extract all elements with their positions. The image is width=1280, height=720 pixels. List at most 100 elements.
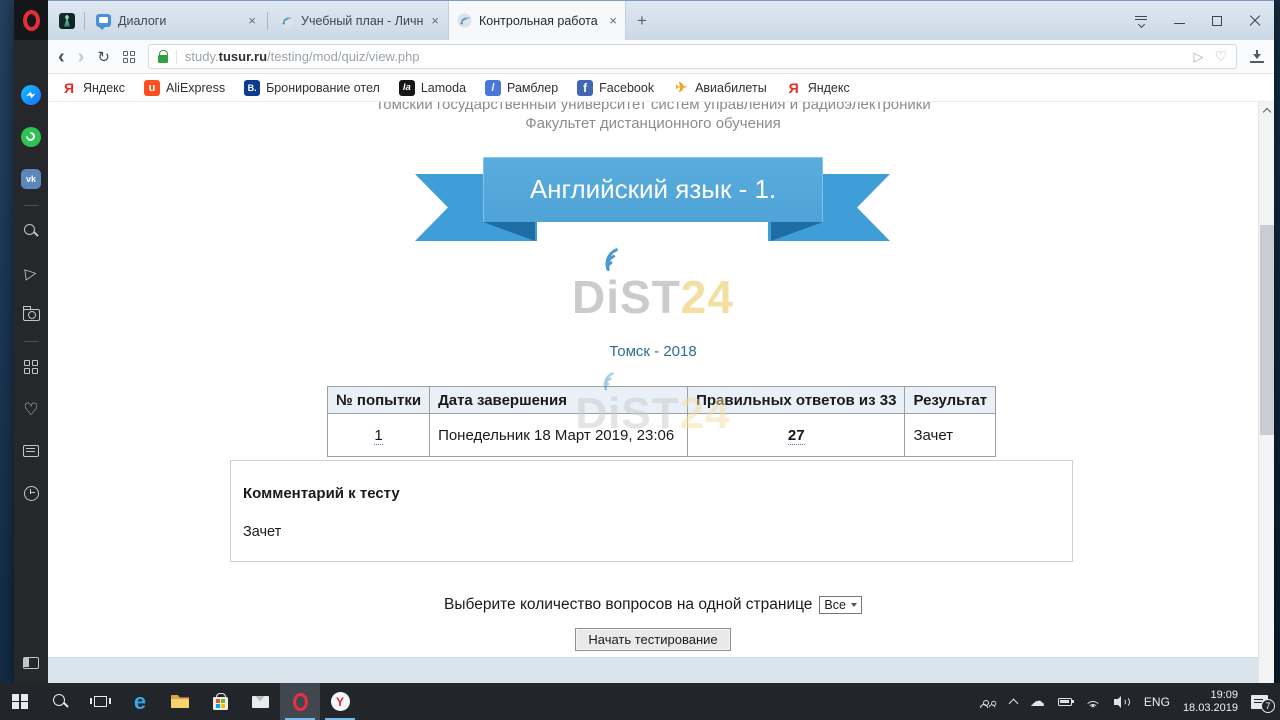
bookmark-aliexpress[interactable]: uAliExpress [144,80,225,96]
sidebar-item-speed-dial[interactable] [14,346,48,388]
address-toolbar: ‹ › ↻ study.tusur.ru/testing/mod/quiz/vi… [48,40,1274,74]
page-content: Томский государственный университет сист… [48,102,1274,657]
sidebar-item-news[interactable] [14,430,48,472]
messenger-icon [21,85,41,105]
tab-menu-icon[interactable] [1135,15,1147,26]
sidebar-divider [24,336,39,346]
minimize-button[interactable] [1174,23,1185,25]
address-divider [176,50,177,64]
volume-icon[interactable] [1114,695,1131,708]
sidebar-item-search[interactable] [14,210,48,252]
battery-icon[interactable] [1058,698,1072,706]
dist24-logo: DiST24 [48,272,1258,323]
logo-text-accent: 24 [681,271,734,323]
taskbar-search-button[interactable] [40,683,80,720]
sidebar-item-bookmarks[interactable]: ♡ [14,388,48,430]
bookmark-lamoda[interactable]: laLamoda [399,80,466,96]
sidebar-item-snapshot[interactable] [14,294,48,336]
close-window-button[interactable] [1249,15,1261,27]
opera-logo-icon [23,10,40,31]
scrollbar[interactable] [1258,102,1274,683]
windows-logo-icon [12,694,28,710]
bookmark-yandex[interactable]: ЯЯндекс [61,80,125,96]
rambler-icon: / [485,80,501,96]
course-banner: Английский язык - 1. [415,157,890,243]
new-tab-button[interactable]: + [637,11,647,31]
tab-close-icon[interactable]: × [609,13,617,28]
wifi-icon[interactable] [1085,696,1101,708]
bookmark-booking[interactable]: B.Бронирование отел [244,80,380,96]
sidebar-item-vk[interactable]: vk [14,158,48,200]
sidebar-item-my-flow[interactable]: ▷ [14,252,48,294]
taskbar-mail[interactable] [240,683,280,720]
finished-cell: Понедельник 18 Март 2019, 23:06 [430,414,688,457]
tab-close-icon[interactable]: × [431,13,439,28]
bookmark-aviabilety[interactable]: ✈Авиабилеты [673,80,767,96]
sidebar-item-whatsapp[interactable] [14,116,48,158]
sidebar-item-messenger[interactable] [14,74,48,116]
start-button[interactable] [0,683,40,720]
bookmarks-bar: ЯЯндекс uAliExpress B.Бронирование отел … [48,74,1274,102]
my-flow-send-icon[interactable]: ▷ [1193,49,1203,65]
windows-taskbar: e Y ☁ ENG 19:0918.03.2019 7 [0,683,1280,720]
people-icon[interactable] [980,696,997,708]
table-header-row: № попытки Дата завершения Правильных отв… [328,387,996,414]
speed-dial-icon [24,360,38,374]
taskbar-edge[interactable]: e [120,683,160,720]
sidebar-divider [24,200,39,210]
bookmark-facebook[interactable]: fFacebook [577,80,654,96]
task-view-button[interactable] [80,683,120,720]
taskbar-store[interactable] [200,683,240,720]
downloads-icon[interactable] [1250,50,1264,63]
taskbar-yandex-browser[interactable]: Y [320,683,360,720]
edge-icon: e [134,691,146,713]
folder-icon [171,695,189,708]
attempts-table: № попытки Дата завершения Правильных отв… [327,386,996,457]
booking-icon: B. [244,80,260,96]
tab-title: Диалоги [118,14,241,28]
attempt-link[interactable]: 1 [374,427,382,445]
tab-separator [84,12,85,30]
maximize-button[interactable] [1212,16,1222,26]
pinned-tab[interactable] [59,13,75,29]
per-page-label: Выберите количество вопросов на одной ст… [444,596,812,613]
notification-badge: 7 [1261,699,1275,713]
sidebar-item-history[interactable] [14,472,48,514]
action-center-icon[interactable]: 7 [1251,695,1268,709]
speed-dial-toolbar-icon[interactable] [123,51,135,63]
search-icon [52,693,69,710]
taskbar-opera-active[interactable] [280,683,320,720]
opera-menu-button[interactable] [14,0,48,40]
tray-expand-chevron-icon[interactable] [1008,698,1018,708]
store-icon [213,697,228,710]
tab-study-plan[interactable]: Учебный план - Личный × [270,1,448,40]
tab-close-icon[interactable]: × [248,13,256,28]
reload-icon[interactable]: ↻ [97,48,110,66]
scrollbar-thumb[interactable] [1260,225,1274,435]
faculty-name: Факультет дистанционного обучения [48,115,1258,132]
scrollbar-up-button[interactable] [1259,102,1274,118]
correct-answers-link[interactable]: 27 [788,427,805,445]
language-indicator[interactable]: ENG [1144,695,1170,709]
bookmark-rambler[interactable]: /Рамблер [485,80,558,96]
bookmark-yandex-2[interactable]: ЯЯндекс [786,80,850,96]
per-page-row: Выберите количество вопросов на одной ст… [48,596,1258,614]
bookmark-heart-icon[interactable]: ♡ [1214,48,1227,65]
clock[interactable]: 19:0918.03.2019 [1183,689,1238,715]
address-bar[interactable]: study.tusur.ru/testing/mod/quiz/view.php… [148,44,1237,69]
taskbar-explorer[interactable] [160,683,200,720]
tab-dialogs[interactable]: Диалоги × [87,1,265,40]
col-finished: Дата завершения [430,387,688,414]
col-attempt: № попытки [328,387,430,414]
start-test-button[interactable]: Начать тестирование [575,628,730,651]
forward-icon[interactable]: › [78,47,85,67]
onedrive-cloud-icon[interactable]: ☁ [1030,694,1045,709]
sidebar-setup-icon[interactable] [23,657,39,669]
chevron-up-icon [1262,108,1270,116]
university-name: Томский государственный университет сист… [48,102,1258,113]
tab-quiz-active[interactable]: Контрольная работа по д × [448,1,626,40]
secure-lock-icon[interactable] [158,55,168,63]
search-icon [23,223,39,239]
back-icon[interactable]: ‹ [58,47,65,67]
per-page-select[interactable]: Все [819,596,862,614]
